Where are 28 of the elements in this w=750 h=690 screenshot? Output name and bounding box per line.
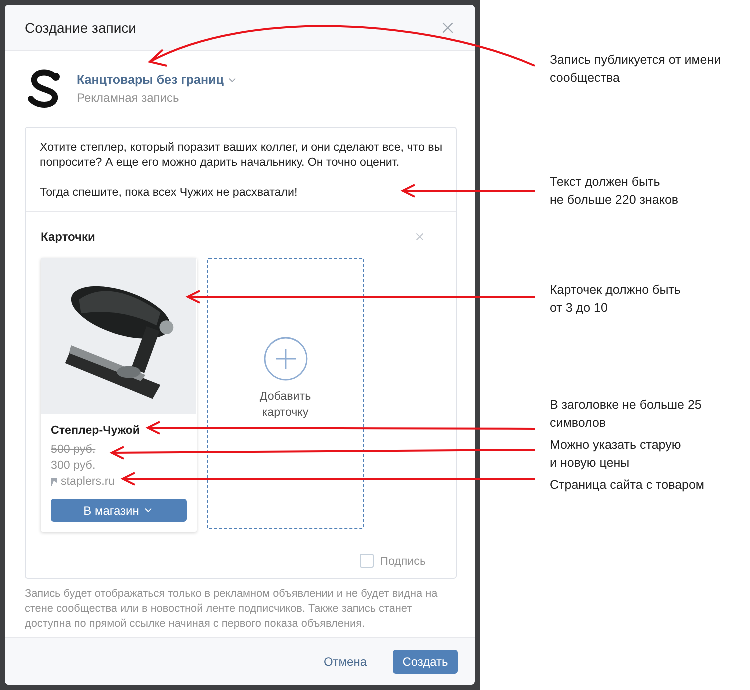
add-card-button[interactable]: Добавить карточку xyxy=(207,258,364,529)
signature-checkbox[interactable] xyxy=(360,554,374,568)
post-paragraph: Хотите степлер, который поразит ваших коллег, и они сделают все, что вы попросите? А еще его можно дарить начальнику. Он точно оценит. xyxy=(40,140,444,170)
info-note: Запись будет отображаться только в рекламном объявлении и не будет видна на стене сообщества или в новостной ленте подписчиков. Также запись станет доступна по прямой ссылке начиная с первого показа объявления. xyxy=(25,587,439,632)
card-title: Степлер-Чужой xyxy=(51,424,141,437)
shop-button[interactable]: В магазин xyxy=(51,499,187,522)
price: 300 руб. xyxy=(51,459,97,472)
link-icon xyxy=(51,478,57,486)
old-price: 500 руб. xyxy=(51,443,97,456)
annotation-text: Запись публикуется от имени сообщества xyxy=(550,52,722,87)
site-link[interactable]: staplers.ru xyxy=(61,475,116,488)
close-icon xyxy=(414,231,426,243)
checkbox-label: Подпись xyxy=(380,554,426,568)
post-text-field[interactable]: Хотите степлер, который поразит ваших коллег, и они сделают все, что вы попросите? А еще его можно дарить начальнику. Он точно оценит. Тогда спешите, пока всех Чужих не расхватали! xyxy=(26,128,456,212)
annotation-text: Карточек должно быть от 3 до 10 xyxy=(550,282,681,317)
cancel-button[interactable]: Отмена xyxy=(318,654,373,670)
section-title: Карточки xyxy=(41,230,96,244)
annotation-text: Можно указать старую и новую цены xyxy=(550,437,682,472)
post-type: Рекламная запись xyxy=(77,91,180,105)
community-name[interactable]: Канцтовары без границ xyxy=(77,73,238,87)
create-button[interactable]: Создать xyxy=(393,650,458,674)
annotation-text: Страница сайта с товаром xyxy=(550,477,705,494)
annotation-text: В заголовке не больше 25 символов xyxy=(550,397,702,432)
annotation-text: Текст должен быть не больше 220 знаков xyxy=(550,174,679,209)
close-button[interactable] xyxy=(414,231,426,243)
plus-icon xyxy=(264,336,308,380)
dialog-title: Создание записи xyxy=(25,20,136,36)
post-paragraph: Тогда спешите, пока всех Чужих не расхватали! xyxy=(40,185,299,200)
